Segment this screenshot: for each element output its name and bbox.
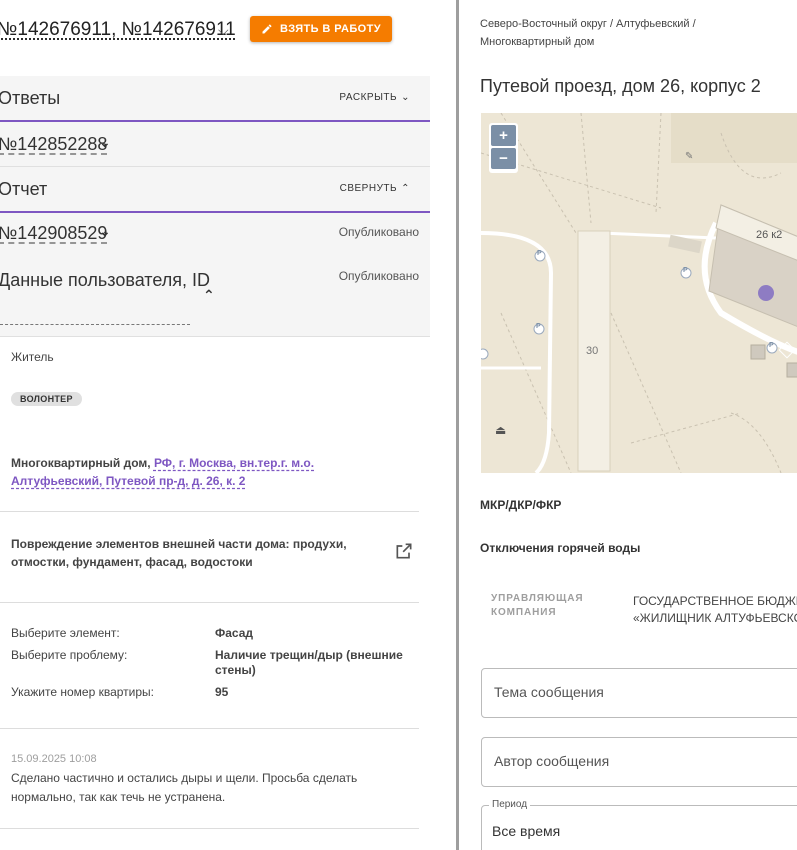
detail-label: Выберите элемент:: [11, 626, 120, 640]
divider: [0, 728, 419, 729]
parking-label: P: [536, 323, 541, 330]
parking-label: P: [683, 267, 688, 274]
chevron-down-icon: ⌄: [401, 92, 410, 103]
collapse-label: СВЕРНУТЬ: [339, 183, 398, 194]
user-data-row[interactable]: Данные пользователя, ID ⌃ Опубликовано: [0, 257, 430, 337]
volunteer-badge: ВОЛОНТЕР: [11, 392, 82, 406]
comment-text: Сделано частично и остались дыры и щели.…: [11, 771, 358, 804]
subject-input[interactable]: [492, 683, 797, 701]
breadcrumb-line1[interactable]: Северо-Восточный округ / Алтуфьевский /: [480, 18, 696, 30]
object-info-panel: Северо-Восточный округ / Алтуфьевский / …: [459, 0, 797, 850]
dashed-underline: [0, 324, 190, 325]
take-to-work-label: ВЗЯТЬ В РАБОТУ: [280, 23, 381, 35]
report-number-link[interactable]: №142908529: [0, 223, 107, 244]
report-section-title: Отчет: [0, 179, 48, 199]
answers-section-title: Ответы: [0, 88, 61, 108]
detail-label: Укажите номер квартиры:: [11, 685, 155, 699]
collapse-report-button[interactable]: СВЕРНУТЬ ⌃: [340, 183, 410, 194]
subject-field[interactable]: [481, 668, 797, 718]
divider: [0, 511, 419, 512]
open-external-icon[interactable]: [394, 541, 414, 561]
ticket-ids-link[interactable]: №142676911, №142676911: [0, 19, 236, 41]
breadcrumb: Северо-Восточный округ / Алтуфьевский / …: [480, 15, 780, 51]
period-value: Все время: [492, 823, 561, 839]
management-line2: «ЖИЛИЩНИК АЛТУФЬЕВСКОГО: [633, 611, 797, 625]
address-link-line2: Алтуфьевский, Путевой пр-д, д. 26, к. 2: [11, 474, 246, 488]
address-prefix: Многоквартирный дом,: [11, 456, 151, 470]
chevron-up-icon[interactable]: ⌃: [203, 287, 215, 304]
address-link-line1: РФ, г. Москва, вн.тер.г. м.о.: [153, 456, 315, 470]
detail-value: Наличие трещин/дыр (внешние стены): [215, 648, 403, 677]
object-address-title: Путевой проезд, дом 26, корпус 2: [480, 76, 761, 96]
user-data-title: Данные пользователя, ID: [0, 270, 211, 290]
map-canvas: [481, 113, 797, 473]
management-company-label: УПРАВЛЯЮЩАЯ КОМПАНИЯ: [491, 593, 584, 618]
answers-section-header[interactable]: Ответы РАСКРЫТЬ ⌄: [0, 76, 430, 122]
divider: [0, 828, 419, 829]
user-data-status: Опубликовано: [338, 269, 419, 283]
breadcrumb-line2[interactable]: Многоквартирный дом: [480, 36, 594, 48]
object-address: Многоквартирный дом, РФ, г. Москва, вн.т…: [11, 454, 331, 490]
ticket-details-panel: №142676911, №142676911 ⌵ ВЗЯТЬ В РАБОТУ …: [0, 0, 456, 850]
comment-date: 15.09.2025 10:08: [11, 753, 97, 765]
expand-answers-button[interactable]: РАСКРЫТЬ ⌄: [339, 92, 410, 103]
report-item[interactable]: №142908529 ⌄ Опубликовано: [0, 213, 430, 257]
detail-value: 95: [215, 685, 229, 699]
answer-item[interactable]: №142852288 ⌄: [0, 122, 430, 167]
answer-number-link[interactable]: №142852288: [0, 134, 107, 155]
parking-label: P: [769, 342, 774, 349]
management-line1: ГОСУДАРСТВЕННОЕ БЮДЖЕТНОЕ: [633, 594, 797, 608]
user-role: Житель: [11, 350, 54, 364]
take-to-work-button[interactable]: ВЗЯТЬ В РАБОТУ: [250, 16, 392, 42]
management-company-value: ГОСУДАРСТВЕННОЕ БЮДЖЕТНОЕ «ЖИЛИЩНИК АЛТУ…: [633, 593, 797, 627]
period-label: Период: [489, 799, 531, 810]
divider: [0, 602, 419, 603]
map-zoom-controls: + −: [489, 123, 518, 173]
problem-category: Повреждение элементов внешней части дома…: [11, 537, 347, 569]
chevron-down-icon[interactable]: ⌄: [99, 223, 111, 240]
zoom-in-button[interactable]: +: [491, 125, 516, 146]
zoom-out-button[interactable]: −: [491, 148, 516, 169]
building-label: 30: [586, 345, 599, 357]
building-label: 26 к2: [756, 229, 783, 241]
pencil-icon: [262, 24, 272, 34]
chevron-down-icon[interactable]: ⌄: [99, 134, 111, 151]
author-field[interactable]: [481, 737, 797, 787]
mkr-label: МКР/ДКР/ФКР: [480, 498, 562, 512]
detail-value: Фасад: [215, 626, 254, 640]
report-section-header[interactable]: Отчет СВЕРНУТЬ ⌃: [0, 167, 430, 213]
playground-icon: ⏏: [495, 423, 507, 437]
report-status: Опубликовано: [338, 225, 419, 239]
period-select[interactable]: Период Все время: [481, 799, 797, 850]
expand-label: РАСКРЫТЬ: [339, 92, 398, 103]
map[interactable]: 26 к2 30 P P P P ⏏ ✎ + −: [481, 113, 797, 473]
chevron-down-icon[interactable]: ⌵: [218, 22, 229, 39]
author-input[interactable]: [492, 752, 797, 770]
hot-water-label: Отключения горячей воды: [480, 541, 641, 555]
detail-label: Выберите проблему:: [11, 648, 128, 662]
pin-icon: ✎: [685, 151, 694, 162]
chevron-up-icon: ⌃: [401, 183, 410, 194]
parking-label: P: [537, 250, 542, 257]
